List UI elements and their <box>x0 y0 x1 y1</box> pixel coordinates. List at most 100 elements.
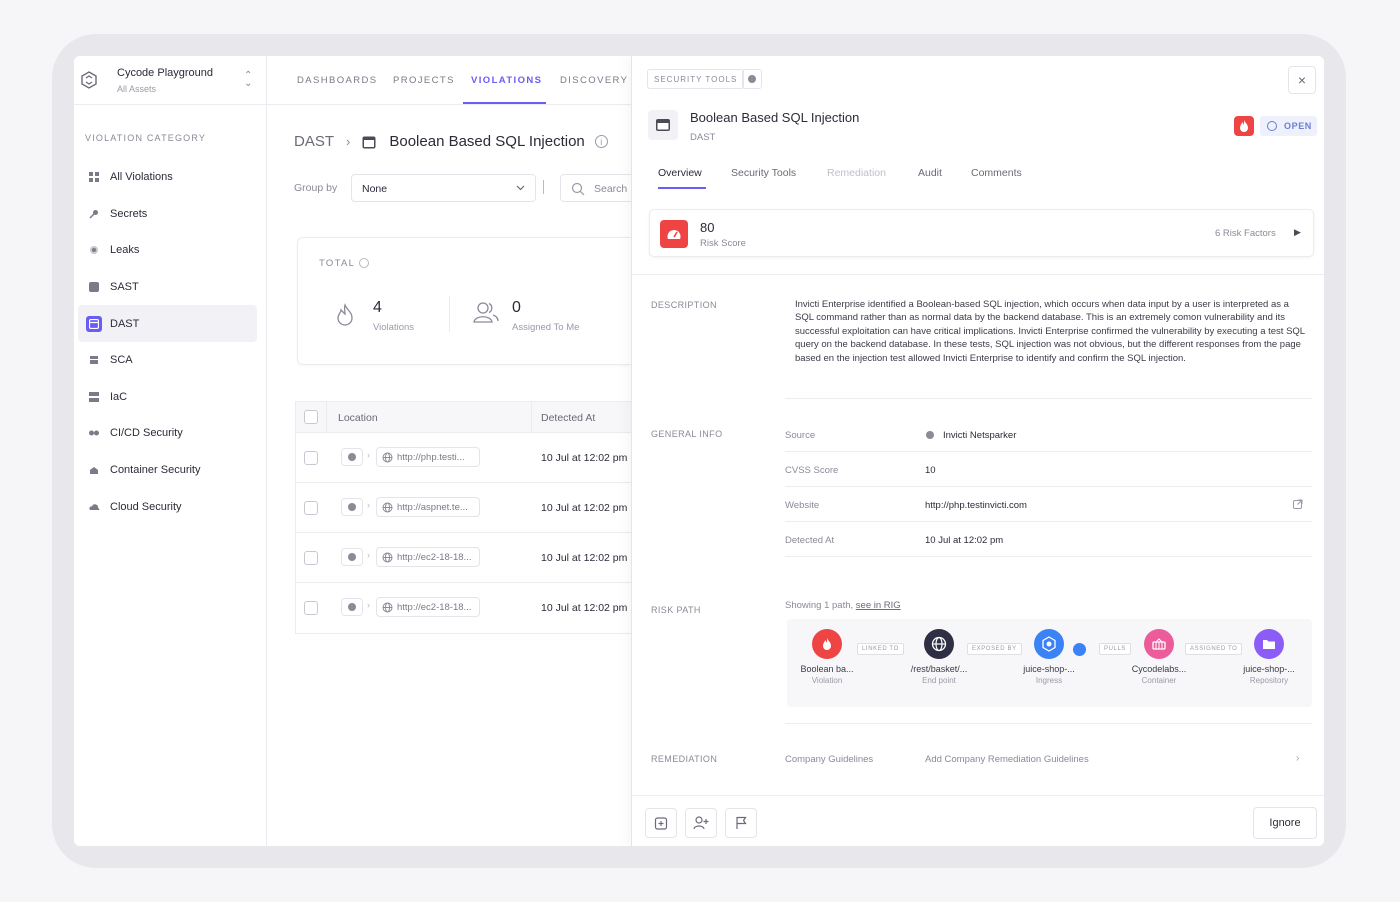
risk-node-ingress[interactable]: juice-shop-... Ingress <box>1009 629 1089 685</box>
select-all-checkbox[interactable] <box>304 410 318 424</box>
detected-at: 10 Jul at 12:02 pm <box>541 602 628 614</box>
group-by-value: None <box>362 183 388 195</box>
add-guidelines-link[interactable]: Add Company Remediation Guidelines <box>925 754 1089 765</box>
invicti-icon <box>348 553 356 561</box>
risk-node-container[interactable]: Cycodelabs... Container <box>1119 629 1199 685</box>
sidebar-item-sast[interactable]: SAST <box>78 269 257 306</box>
sidebar-item-secrets[interactable]: Secrets <box>78 196 257 233</box>
flame-icon <box>337 303 353 326</box>
sidebar-item-cicd-security[interactable]: CI/CD Security <box>78 415 257 452</box>
risk-factors-link[interactable]: 6 Risk Factors <box>1215 228 1276 239</box>
tool-badge[interactable] <box>742 69 762 89</box>
risk-node-name: Cycodelabs... <box>1131 664 1187 674</box>
table-row[interactable]: › http://aspnet.te... 10 Jul at 12:02 pm <box>296 483 631 533</box>
table-row[interactable]: › http://ec2-18-18... 10 Jul at 12:02 pm <box>296 583 631 633</box>
top-navigation: DASHBOARDS PROJECTS VIOLATIONS DISCOVERY <box>267 56 631 105</box>
container-icon <box>88 464 100 476</box>
info-icon[interactable]: i <box>594 135 608 148</box>
sidebar-item-label: DAST <box>110 317 140 330</box>
location-chip[interactable]: http://ec2-18-18... <box>376 597 480 617</box>
package-icon <box>88 354 100 366</box>
tab-security-tools[interactable]: Security Tools <box>731 167 796 179</box>
location-chip[interactable]: http://aspnet.te... <box>376 497 480 517</box>
location-url: http://php.testi... <box>397 452 465 463</box>
security-tools-tag[interactable]: SECURITY TOOLS <box>647 69 745 89</box>
tool-badge <box>341 498 363 516</box>
invicti-icon <box>348 603 356 611</box>
column-location[interactable]: Location <box>338 412 378 424</box>
tab-remediation[interactable]: Remediation <box>827 167 886 179</box>
ignore-button[interactable]: Ignore <box>1253 807 1317 839</box>
divider <box>785 451 1312 452</box>
divider <box>543 180 544 194</box>
sidebar-item-iac[interactable]: IaC <box>78 379 257 416</box>
chevron-right-icon[interactable]: › <box>1296 753 1299 764</box>
category-title: VIOLATION CATEGORY <box>85 133 207 143</box>
sidebar-item-label: CI/CD Security <box>110 427 183 440</box>
detected-at: 10 Jul at 12:02 pm <box>541 502 628 514</box>
risk-node-name: /rest/basket/... <box>910 664 968 674</box>
tab-discovery[interactable]: DISCOVERY <box>560 75 628 86</box>
globe-icon <box>382 452 393 463</box>
sidebar-item-label: Cloud Security <box>110 500 182 513</box>
sidebar-item-all-violations[interactable]: All Violations <box>78 159 257 196</box>
risk-path-showing: Showing 1 path, <box>785 600 854 611</box>
risk-node-endpoint[interactable]: /rest/basket/... End point <box>899 629 979 685</box>
risk-node-repository[interactable]: juice-shop-... Repository <box>1229 629 1309 685</box>
divider <box>785 556 1312 557</box>
table-row[interactable]: › http://php.testi... 10 Jul at 12:02 pm <box>296 433 631 483</box>
row-checkbox[interactable] <box>304 451 318 465</box>
column-divider <box>326 402 327 433</box>
source-value: Invicti Netsparker <box>925 430 1016 441</box>
sidebar-item-sca[interactable]: SCA <box>78 342 257 379</box>
cvss-value: 10 <box>925 465 936 476</box>
breadcrumb-parent[interactable]: DAST <box>294 133 334 150</box>
location-chip[interactable]: http://ec2-18-18... <box>376 547 480 567</box>
search-input[interactable]: Search <box>560 174 640 202</box>
kubernetes-icon <box>1073 643 1086 656</box>
sidebar-item-cloud-security[interactable]: Cloud Security <box>78 488 257 525</box>
cycode-logo-icon <box>81 71 97 89</box>
external-link-icon[interactable] <box>1293 499 1303 509</box>
assigned-label: Assigned To Me <box>512 322 580 333</box>
risk-score-value: 80 <box>700 220 715 235</box>
leak-icon <box>88 244 100 256</box>
detail-tabs: Overview Security Tools Remediation Audi… <box>632 161 1324 194</box>
group-by-select[interactable]: None <box>351 174 536 202</box>
column-detected-at[interactable]: Detected At <box>541 412 595 424</box>
tool-badge <box>341 448 363 466</box>
location-chip[interactable]: http://php.testi... <box>376 447 480 467</box>
row-checkbox[interactable] <box>304 601 318 615</box>
table-row[interactable]: › http://ec2-18-18... 10 Jul at 12:02 pm <box>296 533 631 583</box>
sidebar-item-container-security[interactable]: Container Security <box>78 452 257 489</box>
close-button[interactable]: × <box>1288 66 1316 94</box>
website-value[interactable]: http://php.testinvicti.com <box>925 500 1027 511</box>
tab-dashboards[interactable]: DASHBOARDS <box>297 75 378 86</box>
row-checkbox[interactable] <box>304 551 318 565</box>
panel-subtitle: DAST <box>690 132 716 143</box>
divider <box>785 398 1312 399</box>
row-checkbox[interactable] <box>304 501 318 515</box>
workspace-switcher[interactable]: Cycode Playground All Assets ⌃ ⌄ <box>74 56 267 105</box>
tab-overview[interactable]: Overview <box>658 167 702 179</box>
violations-label: Violations <box>373 322 415 333</box>
globe-icon <box>382 602 393 613</box>
flag-button[interactable] <box>725 808 757 838</box>
risk-score-card[interactable]: 80 Risk Score 6 Risk Factors ▶ <box>649 209 1314 257</box>
location-url: http://ec2-18-18... <box>397 552 472 563</box>
create-ticket-button[interactable] <box>645 808 677 838</box>
grid-icon <box>88 171 100 183</box>
risk-node-violation[interactable]: Boolean ba... Violation <box>787 629 867 685</box>
container-icon <box>1144 629 1174 659</box>
sidebar-item-dast[interactable]: DAST <box>78 305 257 342</box>
status-badge[interactable]: OPEN <box>1260 116 1317 136</box>
sidebar-item-leaks[interactable]: Leaks <box>78 232 257 269</box>
tab-violations[interactable]: VIOLATIONS <box>471 75 542 86</box>
tab-comments[interactable]: Comments <box>971 167 1022 179</box>
assign-user-button[interactable] <box>685 808 717 838</box>
tab-projects[interactable]: PROJECTS <box>393 75 455 86</box>
key-icon <box>88 208 100 220</box>
tab-audit[interactable]: Audit <box>918 167 942 179</box>
see-in-rig-link[interactable]: see in RIG <box>856 600 901 611</box>
chevron-right-icon: › <box>367 600 370 610</box>
